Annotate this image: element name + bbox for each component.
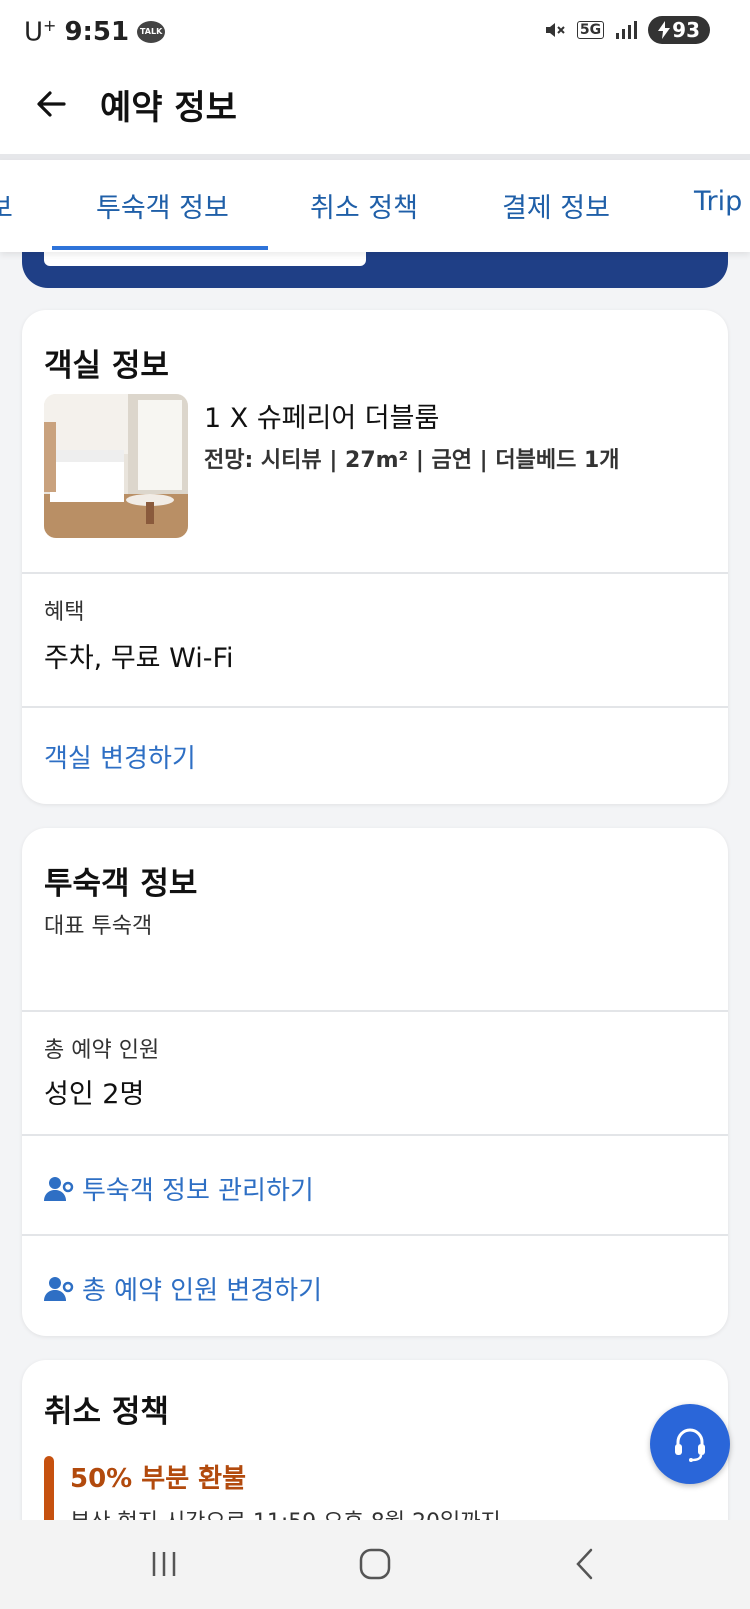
battery-level: 93 <box>672 18 700 42</box>
recent-apps-button[interactable] <box>140 1540 188 1588</box>
tab-cancel-policy[interactable]: 취소 정책 <box>310 186 418 225</box>
room-photo[interactable] <box>44 394 188 538</box>
tab-guest-info[interactable]: 투숙객 정보 <box>96 186 229 225</box>
arrow-left-icon <box>37 91 66 117</box>
back-button[interactable] <box>30 82 74 126</box>
change-room-link[interactable]: 객실 변경하기 <box>44 738 196 775</box>
divider <box>22 1134 728 1136</box>
home-button[interactable] <box>351 1540 399 1588</box>
user-gear-icon <box>44 1176 74 1201</box>
tab-payment-info[interactable]: 결제 정보 <box>502 186 610 225</box>
divider <box>22 706 728 708</box>
room-info-card: 객실 정보 1 X 슈페리어 더블룸 전망: 시티뷰 | 27m² | 금연 |… <box>22 310 728 804</box>
user-gear-icon <box>44 1276 74 1301</box>
tab-trip[interactable]: Trip <box>694 186 742 217</box>
charging-icon <box>658 21 671 39</box>
main-guest-label: 대표 투숙객 <box>44 914 153 939</box>
network-label: 5G <box>576 21 605 39</box>
manage-guests-link[interactable]: 투숙객 정보 관리하기 <box>44 1170 314 1207</box>
signal-icon <box>616 21 638 39</box>
room-name: 1 X 슈페리어 더블룸 <box>204 403 440 434</box>
total-guests-value: 성인 2명 <box>44 1079 145 1110</box>
support-button[interactable] <box>650 1404 730 1484</box>
manage-guests-label: 투숙객 정보 관리하기 <box>82 1176 314 1206</box>
status-time: 9:51 <box>64 16 130 47</box>
active-tab-indicator <box>52 246 268 250</box>
back-nav-button[interactable] <box>562 1540 610 1588</box>
mute-icon <box>545 23 565 37</box>
divider <box>22 1234 728 1236</box>
divider <box>22 1010 728 1012</box>
system-nav-bar <box>0 1520 750 1609</box>
status-bar: U+ 9:51 TALK 5G 93 <box>0 0 750 62</box>
room-details: 전망: 시티뷰 | 27m² | 금연 | 더블베드 1개 <box>204 448 620 473</box>
total-guests-label: 총 예약 인원 <box>44 1038 160 1063</box>
carrier-label: U+ <box>24 16 57 48</box>
recent-apps-icon <box>152 1552 176 1576</box>
cancel-card-title: 취소 정책 <box>44 1394 169 1430</box>
change-guests-label: 총 예약 인원 변경하기 <box>82 1276 323 1306</box>
benefit-label: 혜택 <box>44 600 85 625</box>
change-guests-link[interactable]: 총 예약 인원 변경하기 <box>44 1270 322 1307</box>
home-icon <box>359 1548 391 1580</box>
battery-indicator: 93 <box>648 16 710 44</box>
app-bar: 예약 정보 <box>0 62 750 154</box>
section-tabs: 보 투숙객 정보 취소 정책 결제 정보 Trip <box>0 160 750 252</box>
chevron-left-icon <box>576 1548 593 1580</box>
tab-partial[interactable]: 보 <box>0 186 13 225</box>
guest-info-card: 투숙객 정보 대표 투숙객 총 예약 인원 성인 2명 투숙객 정보 관리하기 … <box>22 828 728 1336</box>
guest-card-title: 투숙객 정보 <box>44 866 198 902</box>
talk-notification-icon: TALK <box>137 20 166 43</box>
room-image <box>44 394 188 538</box>
divider <box>22 572 728 574</box>
change-room-label: 객실 변경하기 <box>44 744 196 774</box>
page-title: 예약 정보 <box>100 88 237 128</box>
benefit-value: 주차, 무료 Wi-Fi <box>44 643 234 674</box>
room-card-title: 객실 정보 <box>44 348 169 384</box>
policy-title: 50% 부분 환불 <box>70 1464 247 1494</box>
headset-icon <box>675 1428 705 1462</box>
